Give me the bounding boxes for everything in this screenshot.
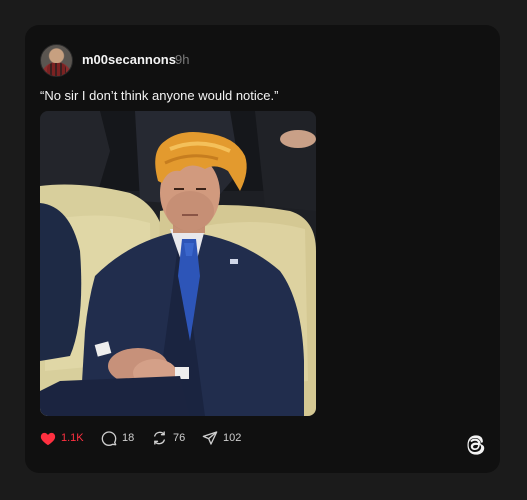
comment-icon [101, 430, 117, 446]
avatar[interactable] [40, 44, 73, 77]
share-count: 102 [223, 432, 242, 444]
repost-icon [151, 430, 168, 446]
repost-button[interactable]: 76 [151, 428, 185, 448]
threads-post-card: m00secannons 9h “No sir I don’t think an… [25, 25, 500, 473]
repost-count: 76 [173, 432, 186, 444]
heart-icon [40, 431, 56, 446]
threads-logo-icon[interactable] [465, 434, 487, 456]
post-text: “No sir I don’t think anyone would notic… [40, 88, 279, 103]
post-photo [40, 111, 316, 416]
username[interactable]: m00secannons [82, 52, 176, 67]
reply-count: 18 [122, 432, 135, 444]
page: m00secannons 9h “No sir I don’t think an… [0, 0, 527, 500]
share-button[interactable]: 102 [202, 428, 241, 448]
post-actions: 1.1K 18 76 102 [40, 428, 480, 448]
post-timestamp: 9h [175, 52, 190, 67]
post-image[interactable] [40, 111, 316, 416]
reply-button[interactable]: 18 [101, 428, 134, 448]
like-count: 1.1K [61, 432, 84, 444]
like-button[interactable]: 1.1K [40, 428, 84, 448]
send-icon [202, 430, 218, 446]
